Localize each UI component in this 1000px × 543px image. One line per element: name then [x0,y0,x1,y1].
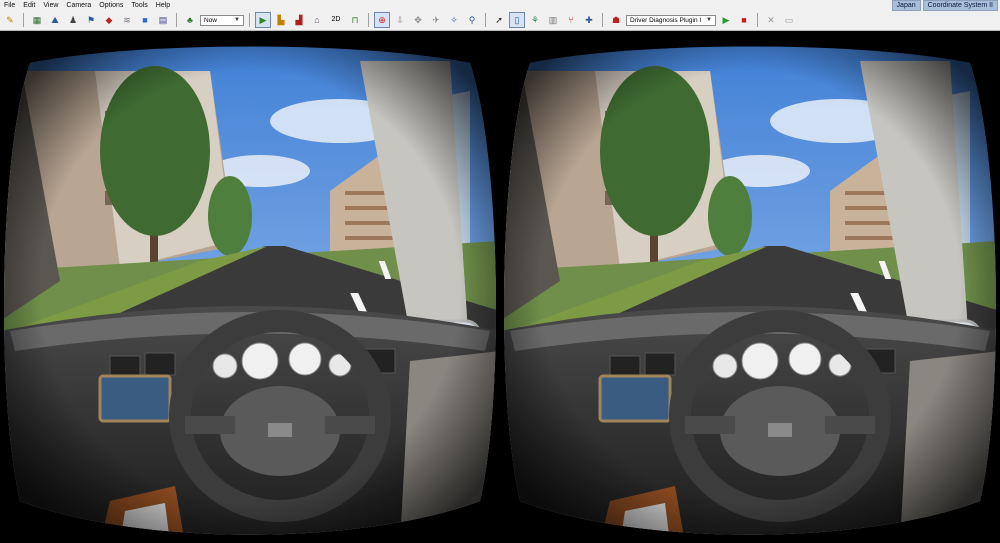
plugin-select[interactable]: Driver Diagnosis Plugin I ▼ [626,14,716,26]
block-icon[interactable]: ▟ [291,12,307,28]
chart-icon[interactable]: ▥ [545,12,561,28]
mode-2d-button[interactable]: 2D [327,12,345,28]
route-icon[interactable]: ⚘ [527,12,543,28]
car-icon[interactable]: ◆ [101,12,117,28]
toolbar-separator [23,13,24,27]
driving-scene [503,46,997,535]
menu-camera[interactable]: Camera [65,0,92,11]
toolbar-separator [249,13,250,27]
cube-icon[interactable]: ■ [137,12,153,28]
grid-icon[interactable]: ▦ [29,12,45,28]
toolbar-separator [176,13,177,27]
left-eye-viewport[interactable] [0,31,500,543]
orbit-icon[interactable]: ✧ [446,12,462,28]
layers-icon[interactable]: ▤ [155,12,171,28]
right-eye-viewport[interactable] [500,31,1000,543]
toolbar-separator [602,13,603,27]
driving-scene [3,46,497,535]
view-mode-select[interactable]: Now ▼ [200,14,244,26]
play-mode-icon[interactable]: ▶ [255,12,271,28]
cross-icon[interactable]: ✕ [763,12,779,28]
play-icon[interactable]: ▶ [718,12,734,28]
down-arrow-icon[interactable]: ⇩ [392,12,408,28]
chevron-down-icon: ▼ [706,16,712,23]
road-icon[interactable]: ≋ [119,12,135,28]
building-icon[interactable]: ▙ [273,12,289,28]
terrain-icon[interactable]: ⛰ [47,12,63,28]
toolbar: ✎ ▦ ⛰ ♟ ⚑ ◆ ≋ ■ ▤ ♣ Now ▼ ▶ ▙ ▟ ⌂ 2D ⊓ ⊕ … [2,12,797,28]
menu-file[interactable]: File [3,0,16,11]
phone-icon[interactable]: ▯ [509,12,525,28]
menu-bar: File Edit View Camera Options Tools Help [0,0,171,11]
export-icon[interactable]: ▭ [781,12,797,28]
toolbar-separator [757,13,758,27]
status-area: Japan Coordinate System II [891,0,998,11]
flag-icon[interactable]: ⚑ [83,12,99,28]
pointer-icon[interactable]: ➚ [491,12,507,28]
stop-icon[interactable]: ■ [736,12,752,28]
toolbar-separator [485,13,486,27]
chevron-down-icon: ▼ [234,16,240,23]
target-icon[interactable]: ⊕ [374,12,390,28]
person-icon[interactable]: ♟ [65,12,81,28]
menu-view[interactable]: View [42,0,59,11]
move-icon[interactable]: ✥ [410,12,426,28]
zoom-icon[interactable]: ⚲ [464,12,480,28]
toolbar-separator [368,13,369,27]
bracket-icon[interactable]: ⊓ [347,12,363,28]
menu-help[interactable]: Help [155,0,171,11]
fork-icon[interactable]: ⑂ [563,12,579,28]
pin-icon[interactable]: ✚ [581,12,597,28]
walker-icon[interactable]: ☗ [608,12,624,28]
plane-icon[interactable]: ✈ [428,12,444,28]
menu-edit[interactable]: Edit [22,0,36,11]
coord-system-badge[interactable]: Coordinate System II [922,0,998,11]
region-badge[interactable]: Japan [891,0,921,11]
menu-options[interactable]: Options [98,0,124,11]
house-icon[interactable]: ⌂ [309,12,325,28]
pencil-icon[interactable]: ✎ [2,12,18,28]
app-chrome: File Edit View Camera Options Tools Help… [0,0,1000,31]
tree-icon[interactable]: ♣ [182,12,198,28]
menu-tools[interactable]: Tools [130,0,148,11]
